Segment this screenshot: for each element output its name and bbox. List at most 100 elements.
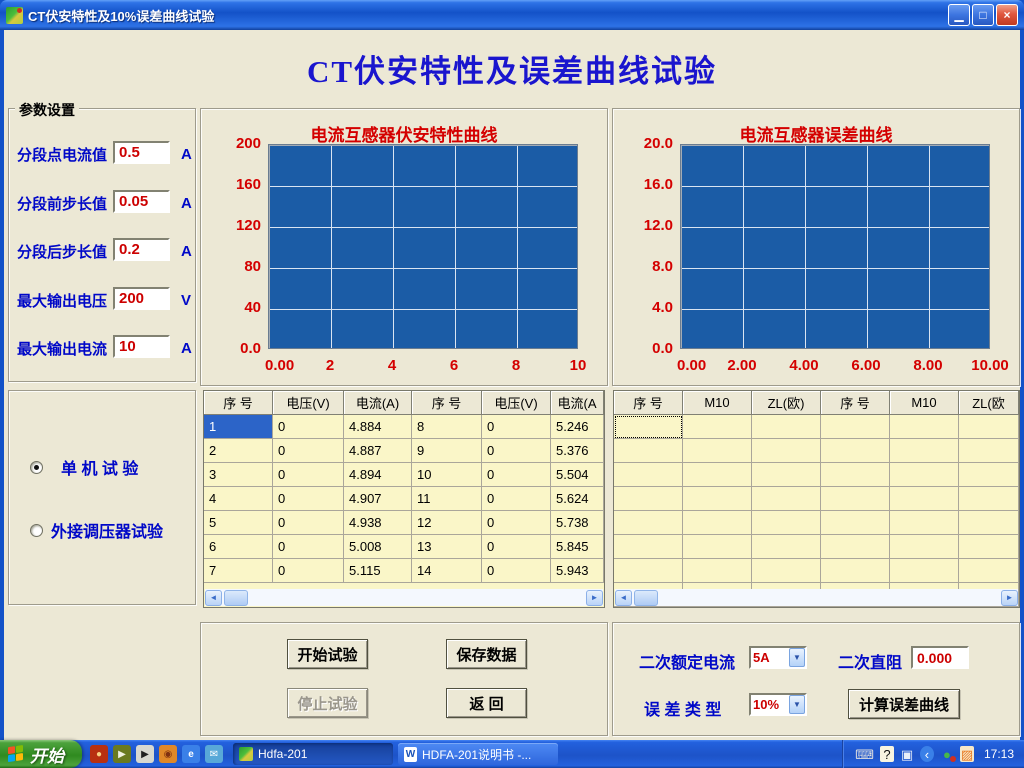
- column-header[interactable]: 序 号: [204, 391, 273, 415]
- error-data-table[interactable]: 序 号M10ZL(欧)序 号M10ZL(欧◄►: [613, 390, 1020, 608]
- scroll-right-button[interactable]: ►: [1001, 590, 1018, 606]
- maximize-button-icon[interactable]: □: [972, 4, 994, 26]
- table-cell[interactable]: 8: [412, 415, 482, 439]
- table-cell[interactable]: 4.887: [344, 439, 412, 463]
- mode-option[interactable]: 外接调压器试验: [30, 518, 163, 542]
- display-settings-icon[interactable]: ▨: [960, 746, 974, 762]
- secondary-current-dropdown[interactable]: 5A ▼: [749, 646, 807, 669]
- table-cell[interactable]: 0: [273, 463, 344, 487]
- table-hscrollbar[interactable]: ◄►: [615, 589, 1018, 606]
- table-cell[interactable]: 5.845: [551, 535, 604, 559]
- param-input[interactable]: [113, 141, 170, 164]
- chevron-down-icon[interactable]: ▼: [789, 695, 805, 714]
- table-cell[interactable]: [752, 415, 821, 439]
- table-cell[interactable]: [821, 559, 890, 583]
- table-cell[interactable]: [614, 463, 683, 487]
- table-cell[interactable]: 0: [273, 559, 344, 583]
- table-cell[interactable]: [752, 535, 821, 559]
- stop-test-button[interactable]: 停止试验: [287, 688, 368, 718]
- table-cell[interactable]: [959, 463, 1019, 487]
- table-cell[interactable]: [959, 535, 1019, 559]
- table-cell[interactable]: 0: [273, 511, 344, 535]
- table-cell[interactable]: 9: [412, 439, 482, 463]
- error-type-dropdown[interactable]: 10% ▼: [749, 693, 807, 716]
- column-header[interactable]: 电流(A: [551, 391, 604, 415]
- table-cell[interactable]: [890, 463, 959, 487]
- table-cell[interactable]: [752, 511, 821, 535]
- window-titlebar[interactable]: CT伏安特性及10%误差曲线试验 ▁ □ ×: [0, 0, 1024, 30]
- table-cell[interactable]: [614, 559, 683, 583]
- table-cell[interactable]: 0: [482, 415, 551, 439]
- table-cell[interactable]: 0: [482, 559, 551, 583]
- calc-error-curve-button[interactable]: 计算误差曲线: [848, 689, 960, 719]
- table-cell[interactable]: 0: [482, 487, 551, 511]
- column-header[interactable]: M10: [890, 391, 959, 415]
- table-cell[interactable]: [752, 463, 821, 487]
- table-cell[interactable]: 5.115: [344, 559, 412, 583]
- quicklaunch-media-red-icon[interactable]: ●: [90, 745, 108, 763]
- keyboard-icon[interactable]: ⌨: [855, 746, 874, 762]
- table-cell[interactable]: [683, 439, 752, 463]
- table-cell[interactable]: 0: [482, 463, 551, 487]
- table-cell[interactable]: [890, 439, 959, 463]
- column-header[interactable]: ZL(欧): [752, 391, 821, 415]
- param-input[interactable]: [113, 190, 170, 213]
- column-header[interactable]: 电流(A): [344, 391, 412, 415]
- taskbar-task-button[interactable]: WHDFA-201说明书 -...: [398, 743, 558, 765]
- start-button[interactable]: 开始: [0, 740, 82, 768]
- table-cell[interactable]: 5.504: [551, 463, 604, 487]
- scroll-thumb[interactable]: [634, 590, 658, 606]
- table-cell[interactable]: 4: [204, 487, 273, 511]
- start-test-button[interactable]: 开始试验: [287, 639, 368, 669]
- table-cell[interactable]: 3: [204, 463, 273, 487]
- param-input[interactable]: [113, 287, 170, 310]
- table-cell[interactable]: 4.884: [344, 415, 412, 439]
- table-cell[interactable]: [821, 511, 890, 535]
- secondary-resistance-input[interactable]: [911, 646, 969, 669]
- table-cell[interactable]: [821, 439, 890, 463]
- radio-button[interactable]: [30, 461, 43, 474]
- table-cell[interactable]: [614, 415, 683, 439]
- table-cell[interactable]: 4.907: [344, 487, 412, 511]
- table-cell[interactable]: [821, 535, 890, 559]
- table-cell[interactable]: 12: [412, 511, 482, 535]
- table-cell[interactable]: 5.246: [551, 415, 604, 439]
- close-button-icon[interactable]: ×: [996, 4, 1018, 26]
- table-cell[interactable]: [683, 463, 752, 487]
- table-cell[interactable]: 11: [412, 487, 482, 511]
- table-cell[interactable]: [614, 535, 683, 559]
- minimize-button-icon[interactable]: ▁: [948, 4, 970, 26]
- table-cell[interactable]: 4.894: [344, 463, 412, 487]
- table-cell[interactable]: [752, 487, 821, 511]
- table-cell[interactable]: 0: [482, 535, 551, 559]
- table-cell[interactable]: [821, 487, 890, 511]
- table-cell[interactable]: [959, 487, 1019, 511]
- mode-option[interactable]: 单 机 试 验: [30, 455, 138, 479]
- radio-button[interactable]: [30, 524, 43, 537]
- network-status-icon[interactable]: ●: [940, 746, 954, 762]
- table-cell[interactable]: [752, 439, 821, 463]
- table-cell[interactable]: [959, 415, 1019, 439]
- table-cell[interactable]: [890, 535, 959, 559]
- param-input[interactable]: [113, 238, 170, 261]
- table-cell[interactable]: 2: [204, 439, 273, 463]
- table-cell[interactable]: 6: [204, 535, 273, 559]
- table-cell[interactable]: 5.624: [551, 487, 604, 511]
- table-cell[interactable]: 4.938: [344, 511, 412, 535]
- column-header[interactable]: 序 号: [821, 391, 890, 415]
- chevron-down-icon[interactable]: ▼: [789, 648, 805, 667]
- taskbar-task-button[interactable]: Hdfa-201: [233, 743, 393, 765]
- table-cell[interactable]: [683, 535, 752, 559]
- column-header[interactable]: 电压(V): [273, 391, 344, 415]
- scroll-thumb[interactable]: [224, 590, 248, 606]
- table-cell[interactable]: 7: [204, 559, 273, 583]
- save-data-button[interactable]: 保存数据: [446, 639, 527, 669]
- table-cell[interactable]: [614, 487, 683, 511]
- table-cell[interactable]: [683, 487, 752, 511]
- table-cell[interactable]: 0: [273, 415, 344, 439]
- restore-window-icon[interactable]: ▣: [900, 746, 914, 762]
- table-cell[interactable]: 14: [412, 559, 482, 583]
- quicklaunch-sound-icon[interactable]: ◉: [159, 745, 177, 763]
- quicklaunch-player-icon[interactable]: ▶: [136, 745, 154, 763]
- table-cell[interactable]: 0: [273, 487, 344, 511]
